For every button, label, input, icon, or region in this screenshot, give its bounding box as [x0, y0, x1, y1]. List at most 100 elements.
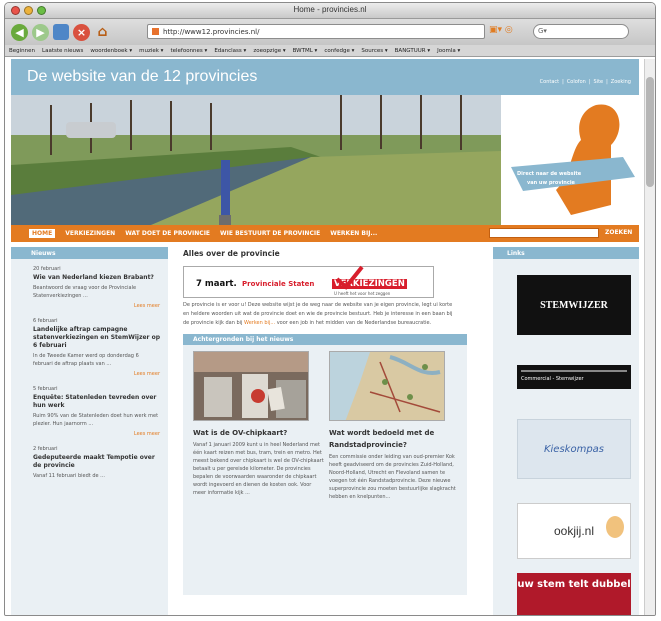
nav-werken-bij[interactable]: WERKEN BIJ... — [330, 230, 377, 237]
top-link[interactable]: Contact — [540, 79, 559, 85]
news-text: In de Tweede Kamer werd op donderdag 6 f… — [33, 353, 139, 367]
forward-button[interactable]: ▶ — [32, 23, 49, 41]
bookmark-item[interactable]: BANGTUUR ▾ — [395, 48, 430, 54]
site-title: De website van de 12 provincies — [27, 68, 258, 85]
news-title[interactable]: Enquête: Statenleden tevreden over hun w… — [33, 394, 160, 410]
main-content: Alles over de provincie 7 maart. Provinc… — [183, 247, 467, 595]
video-progress[interactable] — [521, 370, 627, 372]
top-link[interactable]: Zoeking — [611, 79, 631, 85]
intro-link[interactable]: Werken bij... — [244, 320, 275, 326]
bookmark-item[interactable]: confedge ▾ — [324, 48, 354, 54]
nav-verkiezingen[interactable]: VERKIEZINGEN — [65, 230, 115, 237]
bookmark-item[interactable]: Sources ▾ — [361, 48, 387, 54]
nav-wie-bestuurt[interactable]: WIE BESTUURT DE PROVINCIE — [220, 230, 320, 237]
article-card[interactable]: Wat wordt bedoeld met de Randstadprovinc… — [325, 351, 461, 595]
bookmark-item[interactable]: telefoonnes ▾ — [170, 48, 207, 54]
news-title[interactable]: Wie van Nederland kiezen Brabant? — [33, 274, 160, 282]
card-text: Een commissie onder leiding van oud-prem… — [329, 454, 456, 500]
top-links: Contact | Colofon | Site | Zoeking — [539, 79, 631, 85]
video-label: Commercial - Stemwijzer — [521, 376, 584, 382]
news-date: 2 februari — [33, 446, 58, 452]
background-heading: Achtergronden bij het nieuws — [183, 334, 467, 345]
page-heading: Alles over de provincie — [183, 249, 280, 258]
news-text: Vanaf 11 februari biedt de ... — [33, 473, 105, 479]
bookmark-item[interactable]: Joomla ▾ — [437, 48, 460, 54]
links-column: Links STEMWIJZER Commercial - Stemwijzer… — [493, 247, 639, 615]
news-date: 5 februari — [33, 386, 58, 392]
card-title[interactable]: Wat wordt bedoeld met de Randstadprovinc… — [329, 427, 461, 451]
bookmark-item[interactable]: BWTML ▾ — [293, 48, 318, 54]
ov-chipkaart-photo[interactable] — [193, 351, 309, 421]
read-more-link[interactable]: Lees meer — [33, 303, 160, 309]
commercial-video[interactable]: Commercial - Stemwijzer — [517, 365, 631, 389]
news-item[interactable]: 2 februari Gedeputeerde maakt Tempotie o… — [33, 446, 160, 480]
stem-telt-dubbel-link[interactable]: uw stem telt dubbel — [517, 573, 631, 615]
home-button[interactable]: ⌂ — [94, 24, 111, 41]
ookjij-link[interactable]: ookjij.nl — [517, 503, 631, 559]
card-title[interactable]: Wat is de OV-chipkaart? — [193, 427, 325, 439]
bookmark-item[interactable]: muziek ▾ — [139, 48, 163, 54]
bookmark-item[interactable]: zoeopzige ▾ — [253, 48, 285, 54]
map-image — [330, 352, 444, 420]
site-header: De website van de 12 provincies Contact |… — [11, 59, 639, 95]
news-title[interactable]: Landelijke aftrap campagne statenverkiez… — [33, 326, 160, 350]
stemwijzer-logo: STEMWIJZER — [540, 299, 608, 311]
browser-toolbar: ◀ ▶ × ⌂ http://www12.provincies.nl/ ▣▾ ◎… — [5, 19, 655, 45]
election-banner[interactable]: 7 maart. Provinciale Staten VERKIEZINGEN… — [183, 265, 434, 298]
url-text: http://www12.provincies.nl/ — [163, 27, 260, 36]
bookmark-item[interactable]: woordenboek ▾ — [90, 48, 132, 54]
stop-button[interactable]: × — [73, 23, 90, 41]
kieskompas-link[interactable]: Kieskompas — [517, 419, 631, 479]
read-more-link[interactable]: Lees meer — [33, 371, 160, 377]
banner-label: Provinciale Staten — [242, 280, 315, 288]
news-date: 6 februari — [33, 318, 58, 324]
landscape-photo: Direct naar de website van uw provincie — [11, 95, 639, 225]
news-date: 20 februari — [33, 266, 61, 272]
news-column: Nieuws 20 februari Wie van Nederland kie… — [11, 247, 168, 615]
nav-home[interactable]: HOME — [29, 229, 56, 238]
banner-date: 7 maart. — [196, 279, 237, 289]
search-button[interactable]: ZOEKEN — [605, 229, 632, 236]
checkmark-icon — [335, 265, 364, 290]
feed-icon[interactable]: ▣▾ ◎ — [489, 25, 513, 35]
site-search-input[interactable] — [489, 228, 599, 238]
randstad-map[interactable] — [329, 351, 445, 421]
news-text: Beantwoord de vraag voor de Provinciale … — [33, 285, 137, 299]
read-more-link[interactable]: Lees meer — [33, 431, 160, 437]
banner-tagline: U heeft het voor het zeggen — [334, 291, 391, 296]
ookjij-logo: ookjij.nl — [553, 524, 595, 538]
bookmark-item[interactable]: Beginnen — [9, 48, 35, 54]
vertical-scrollbar[interactable] — [644, 59, 655, 615]
photo-image — [194, 352, 308, 420]
intro-end: voor een job in het midden van de Nederl… — [276, 320, 432, 326]
search-field[interactable]: G▾ — [533, 24, 629, 39]
hero-callout-line2[interactable]: van uw provincie — [527, 180, 576, 186]
stem-telt-logo: uw stem telt dubbel — [517, 579, 631, 590]
bookmark-item[interactable]: Laatste nieuws — [42, 48, 83, 54]
browser-window: Home - provincies.nl ◀ ▶ × ⌂ http://www1… — [4, 2, 656, 616]
hero-image: Direct naar de website van uw provincie — [11, 95, 639, 225]
back-button[interactable]: ◀ — [11, 23, 28, 41]
bookmark-item[interactable]: Edanclass ▾ — [214, 48, 246, 54]
nav-wat-doet[interactable]: WAT DOET DE PROVINCIE — [125, 230, 210, 237]
kieskompas-logo: Kieskompas — [543, 443, 605, 455]
reload-icon[interactable] — [53, 24, 69, 40]
favicon-icon — [152, 28, 159, 35]
stemwijzer-link[interactable]: STEMWIJZER — [517, 275, 631, 335]
top-link[interactable]: Colofon — [567, 79, 586, 85]
news-text: Ruim 90% van de Statenleden doet hun wer… — [33, 413, 159, 427]
mascot-icon — [606, 516, 624, 538]
hero-callout-line1[interactable]: Direct naar de website — [517, 171, 582, 177]
top-link[interactable]: Site — [594, 79, 604, 85]
news-item[interactable]: 5 februari Enquête: Statenleden tevreden… — [33, 386, 160, 437]
background-cards: Wat is de OV-chipkaart? Vanaf 1 januari … — [183, 345, 467, 595]
scrollbar-thumb[interactable] — [646, 77, 654, 187]
news-item[interactable]: 6 februari Landelijke aftrap campagne st… — [33, 318, 160, 377]
title-bar: Home - provincies.nl — [5, 3, 655, 19]
news-heading: Nieuws — [11, 247, 168, 259]
article-card[interactable]: Wat is de OV-chipkaart? Vanaf 1 januari … — [189, 351, 325, 595]
news-item[interactable]: 20 februari Wie van Nederland kiezen Bra… — [33, 266, 160, 309]
links-heading: Links — [493, 247, 639, 259]
news-title[interactable]: Gedeputeerde maakt Tempotie over de prov… — [33, 454, 160, 470]
url-field[interactable]: http://www12.provincies.nl/ — [147, 24, 485, 39]
